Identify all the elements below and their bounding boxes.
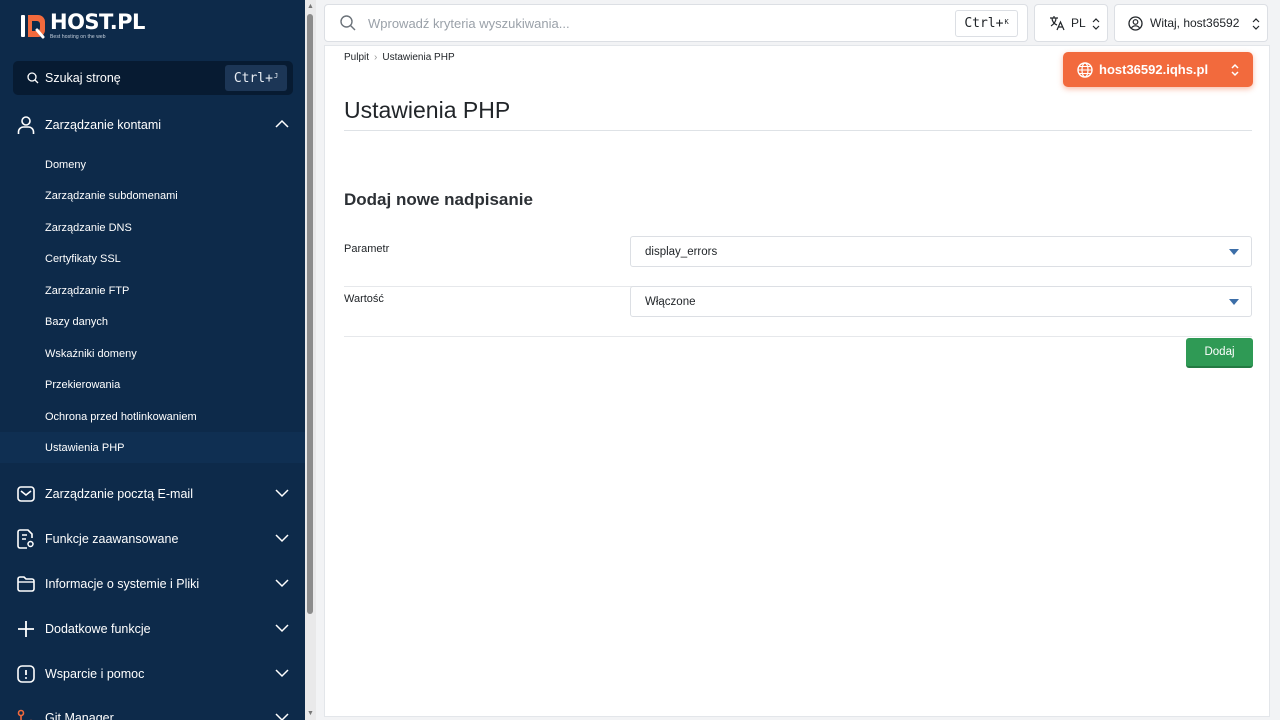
brand-logo[interactable]: HOST.PL Best hosting on the web <box>20 10 145 42</box>
sidebar-group-advanced[interactable]: Funkcje zaawansowane <box>0 519 305 559</box>
sidebar-group-label: Funkcje zaawansowane <box>45 532 179 546</box>
sidebar-scrollbar[interactable]: ▲ ▼ <box>305 0 316 720</box>
updown-icon <box>1252 18 1260 30</box>
sidebar-group-extras[interactable]: Dodatkowe funkcje <box>0 609 305 649</box>
sidebar-group-label: Zarządzanie pocztą E-mail <box>45 487 193 501</box>
sidebar-search-label: Szukaj stronę <box>45 71 121 85</box>
sidebar-group-label: Zarządzanie kontami <box>45 118 162 132</box>
domain-label: host36592.iqhs.pl <box>1099 62 1209 77</box>
sidebar-item-hotlink[interactable]: Ochrona przed hotlinkowaniem <box>0 401 305 432</box>
sidebar-group-label: Git Manager <box>45 711 114 720</box>
user-greeting: Witaj, host36592 <box>1150 16 1240 30</box>
domain-selector[interactable]: host36592.iqhs.pl <box>1063 52 1253 87</box>
sidebar-group-accounts[interactable]: Zarządzanie kontami <box>0 105 305 145</box>
breadcrumb-current: Ustawienia PHP <box>382 52 455 63</box>
updown-icon <box>1231 63 1239 77</box>
sidebar-item-ftp[interactable]: Zarządzanie FTP <box>0 275 305 306</box>
sidebar-group-label: Informacje o systemie i Pliki <box>45 577 200 591</box>
globe-icon <box>1077 61 1093 78</box>
search-icon <box>340 15 356 31</box>
sidebar-item-redirects[interactable]: Przekierowania <box>0 369 305 400</box>
language-label: PL <box>1071 16 1086 30</box>
chevron-right-icon: › <box>374 52 378 63</box>
sidebar-group-system-files[interactable]: Informacje o systemie i Pliki <box>0 564 305 604</box>
sidebar-item-php-settings[interactable]: Ustawienia PHP <box>0 432 305 463</box>
global-search[interactable]: Ctrl+K <box>324 4 1028 42</box>
folder-icon <box>16 574 36 594</box>
git-icon <box>16 708 36 720</box>
sidebar: HOST.PL Best hosting on the web Szukaj s… <box>0 0 305 720</box>
add-button[interactable]: Dodaj <box>1186 338 1253 368</box>
scroll-up-arrow-icon[interactable]: ▲ <box>307 3 314 10</box>
sidebar-item-ssl[interactable]: Certyfikaty SSL <box>0 243 305 274</box>
sidebar-item-domain-pointers[interactable]: Wskaźniki domeny <box>0 338 305 369</box>
user-icon <box>16 115 36 135</box>
plus-icon <box>16 619 36 639</box>
caret-down-icon <box>1229 299 1239 305</box>
sidebar-group-label: Wsparcie i pomoc <box>45 667 145 681</box>
sidebar-item-subdomains[interactable]: Zarządzanie subdomenami <box>0 180 305 211</box>
alert-icon <box>16 664 36 684</box>
updown-icon <box>1092 18 1100 30</box>
search-icon <box>27 72 39 84</box>
translate-icon <box>1050 16 1065 31</box>
parameter-select[interactable]: display_errors <box>630 236 1252 267</box>
scroll-thumb[interactable] <box>307 14 313 614</box>
global-search-shortcut: Ctrl+ K <box>955 10 1018 37</box>
logo-mark-icon <box>20 12 46 40</box>
page-title: Ustawienia PHP <box>344 97 511 123</box>
mail-icon <box>16 484 36 504</box>
global-search-input[interactable] <box>368 15 928 31</box>
chevron-down-icon <box>275 489 289 498</box>
value-selected-value: Włączone <box>645 295 696 308</box>
user-menu[interactable]: Witaj, host36592 <box>1114 4 1268 42</box>
main-content: Pulpit › Ustawienia PHP host36592.iqhs.p… <box>324 45 1270 717</box>
breadcrumb-home[interactable]: Pulpit <box>344 52 369 63</box>
chevron-down-icon <box>275 669 289 678</box>
chevron-up-icon <box>275 119 289 128</box>
parameter-selected-value: display_errors <box>645 245 718 258</box>
sidebar-group-label: Dodatkowe funkcje <box>45 622 151 636</box>
sidebar-item-dns[interactable]: Zarządzanie DNS <box>0 212 305 243</box>
language-selector[interactable]: PL <box>1034 4 1108 42</box>
sidebar-group-email[interactable]: Zarządzanie pocztą E-mail <box>0 474 305 514</box>
divider <box>344 130 1252 131</box>
form-row-value: Wartość Włączone <box>344 286 1252 337</box>
sidebar-item-domeny[interactable]: Domeny <box>0 149 305 180</box>
value-label: Wartość <box>344 293 384 305</box>
sidebar-search[interactable]: Szukaj stronę Ctrl+ J <box>13 61 293 95</box>
sidebar-search-shortcut: Ctrl+ J <box>225 65 287 91</box>
parameter-label: Parametr <box>344 243 390 255</box>
scroll-down-arrow-icon[interactable]: ▼ <box>307 710 314 717</box>
sidebar-group-git[interactable]: Git Manager <box>0 698 305 720</box>
value-select[interactable]: Włączone <box>630 286 1252 317</box>
brand-name: HOST.PL <box>50 10 145 34</box>
chevron-down-icon <box>275 713 289 720</box>
chevron-down-icon <box>275 624 289 633</box>
chevron-down-icon <box>275 534 289 543</box>
sidebar-item-databases[interactable]: Bazy danych <box>0 306 305 337</box>
breadcrumb: Pulpit › Ustawienia PHP <box>344 52 455 63</box>
chevron-down-icon <box>275 579 289 588</box>
form-row-parameter: Parametr display_errors <box>344 236 1252 287</box>
user-circle-icon <box>1128 15 1143 31</box>
brand-tagline: Best hosting on the web <box>50 34 106 40</box>
sidebar-group-support[interactable]: Wsparcie i pomoc <box>0 654 305 694</box>
caret-down-icon <box>1229 249 1239 255</box>
section-title: Dodaj nowe nadpisanie <box>344 190 533 209</box>
settings-doc-icon <box>16 529 36 549</box>
